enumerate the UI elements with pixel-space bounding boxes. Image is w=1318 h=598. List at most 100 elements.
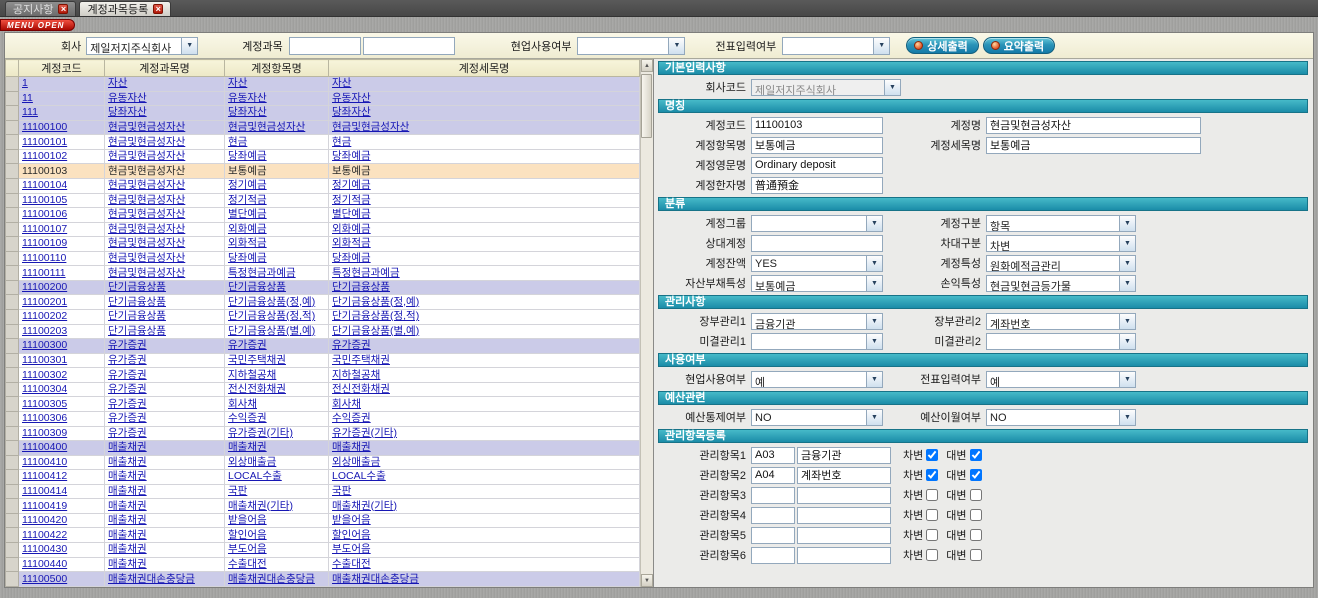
account-name-input[interactable]	[986, 117, 1201, 134]
table-cell-code[interactable]: 11100110	[19, 251, 105, 266]
table-row[interactable]: 11유동자산유동자산유동자산	[6, 91, 640, 106]
table-cell-code[interactable]: 11100106	[19, 208, 105, 223]
row-selector[interactable]	[6, 484, 19, 499]
field-use-form-combo[interactable]: 예 ▼	[751, 371, 883, 388]
table-cell-item[interactable]: 전신전화채권	[225, 382, 329, 397]
table-cell-item[interactable]: 국민주택채권	[225, 353, 329, 368]
table-row[interactable]: 11100203단기금융상품단기금융상품(별,예)단기금융상품(별,예)	[6, 324, 640, 339]
mgmt-item-code-input[interactable]	[751, 447, 795, 464]
table-cell-code[interactable]: 11100422	[19, 528, 105, 543]
table-cell-detail[interactable]: 수익증권	[329, 411, 640, 426]
table-header-code[interactable]: 계정코드	[19, 60, 105, 77]
summary-print-button[interactable]: 요약출력	[983, 37, 1055, 54]
table-cell-subject[interactable]: 매출채권	[105, 528, 225, 543]
table-cell-item[interactable]: 특정현금과예금	[225, 266, 329, 281]
voucher-combo[interactable]: ▼	[782, 37, 890, 55]
chevron-down-icon[interactable]: ▼	[866, 256, 882, 271]
table-cell-subject[interactable]: 현금및현금성자산	[105, 208, 225, 223]
table-row[interactable]: 11100111현금및현금성자산특정현금과예금특정현금과예금	[6, 266, 640, 281]
table-cell-item[interactable]: 당좌예금	[225, 251, 329, 266]
credit-checkbox[interactable]	[970, 489, 982, 501]
chevron-down-icon[interactable]: ▼	[1119, 334, 1135, 349]
table-row[interactable]: 1자산자산자산	[6, 77, 640, 92]
row-selector[interactable]	[6, 324, 19, 339]
row-selector[interactable]	[6, 543, 19, 558]
table-cell-subject[interactable]: 현금및현금성자산	[105, 149, 225, 164]
table-row[interactable]: 11100100현금및현금성자산현금및현금성자산현금및현금성자산	[6, 120, 640, 135]
field-use-combo[interactable]: ▼	[577, 37, 685, 55]
row-selector[interactable]	[6, 310, 19, 325]
mgmt-item-name-input[interactable]	[797, 527, 891, 544]
table-row[interactable]: 11100304유가증권전신전화채권전신전화채권	[6, 382, 640, 397]
row-selector[interactable]	[6, 397, 19, 412]
scroll-down-icon[interactable]: ▼	[641, 574, 653, 587]
row-selector[interactable]	[6, 193, 19, 208]
table-cell-detail[interactable]: 전신전화채권	[329, 382, 640, 397]
table-cell-detail[interactable]: 특정현금과예금	[329, 266, 640, 281]
row-selector[interactable]	[6, 295, 19, 310]
table-cell-subject[interactable]: 매출채권	[105, 499, 225, 514]
table-cell-detail[interactable]: 할인어음	[329, 528, 640, 543]
mgmt-item-code-input[interactable]	[751, 487, 795, 504]
table-cell-item[interactable]: 보통예금	[225, 164, 329, 179]
table-cell-detail[interactable]: 지하철공채	[329, 368, 640, 383]
table-cell-subject[interactable]: 매출채권	[105, 484, 225, 499]
table-cell-code[interactable]: 11100100	[19, 120, 105, 135]
row-selector[interactable]	[6, 353, 19, 368]
table-cell-detail[interactable]: 회사채	[329, 397, 640, 412]
table-cell-subject[interactable]: 유가증권	[105, 426, 225, 441]
table-cell-subject[interactable]: 자산	[105, 77, 225, 92]
account-hanja-input[interactable]	[751, 177, 883, 194]
table-cell-detail[interactable]: 외화적금	[329, 237, 640, 252]
table-row[interactable]: 11100302유가증권지하철공채지하철공채	[6, 368, 640, 383]
table-cell-detail[interactable]: 수출대전	[329, 557, 640, 572]
table-cell-detail[interactable]: 당좌자산	[329, 106, 640, 121]
chevron-down-icon[interactable]: ▼	[668, 38, 684, 54]
table-cell-item[interactable]: 할인어음	[225, 528, 329, 543]
row-selector[interactable]	[6, 411, 19, 426]
table-cell-code[interactable]: 11100201	[19, 295, 105, 310]
table-cell-detail[interactable]: 유가증권(기타)	[329, 426, 640, 441]
row-selector[interactable]	[6, 237, 19, 252]
company-combo[interactable]: 제일저지주식회사 ▼	[86, 37, 198, 55]
table-cell-item[interactable]: 매출채권(기타)	[225, 499, 329, 514]
table-cell-item[interactable]: 당좌자산	[225, 106, 329, 121]
table-cell-subject[interactable]: 현금및현금성자산	[105, 251, 225, 266]
account-code-search-input[interactable]	[289, 37, 361, 55]
account-group-combo[interactable]: ▼	[751, 215, 883, 232]
table-cell-detail[interactable]: 매출채권	[329, 441, 640, 456]
row-selector[interactable]	[6, 280, 19, 295]
table-row[interactable]: 11100305유가증권회사채회사채	[6, 397, 640, 412]
table-row[interactable]: 11100300유가증권유가증권유가증권	[6, 339, 640, 354]
table-cell-item[interactable]: 매출채권	[225, 441, 329, 456]
table-row[interactable]: 11100414매출채권국판국판	[6, 484, 640, 499]
table-cell-item[interactable]: 수익증권	[225, 411, 329, 426]
table-cell-item[interactable]: 지하철공채	[225, 368, 329, 383]
table-cell-item[interactable]: 외상매출금	[225, 455, 329, 470]
table-cell-item[interactable]: 현금및현금성자산	[225, 120, 329, 135]
table-cell-subject[interactable]: 유가증권	[105, 368, 225, 383]
table-cell-item[interactable]: 외화예금	[225, 222, 329, 237]
table-cell-code[interactable]: 11100440	[19, 557, 105, 572]
table-cell-code[interactable]: 11100412	[19, 470, 105, 485]
table-cell-code[interactable]: 11100202	[19, 310, 105, 325]
table-row[interactable]: 11100107현금및현금성자산외화예금외화예금	[6, 222, 640, 237]
table-cell-subject[interactable]: 매출채권대손충당금	[105, 572, 225, 587]
table-cell-subject[interactable]: 유가증권	[105, 353, 225, 368]
table-row[interactable]: 11100422매출채권할인어음할인어음	[6, 528, 640, 543]
table-cell-subject[interactable]: 유동자산	[105, 91, 225, 106]
table-cell-item[interactable]: 현금	[225, 135, 329, 150]
table-row[interactable]: 11100430매출채권부도어음부도어음	[6, 543, 640, 558]
table-cell-item[interactable]: 부도어음	[225, 543, 329, 558]
chevron-down-icon[interactable]: ▼	[866, 216, 882, 231]
table-row[interactable]: 11100400매출채권매출채권매출채권	[6, 441, 640, 456]
table-row[interactable]: 11100106현금및현금성자산별단예금별단예금	[6, 208, 640, 223]
table-row[interactable]: 11100309유가증권유가증권(기타)유가증권(기타)	[6, 426, 640, 441]
table-cell-detail[interactable]: 부도어음	[329, 543, 640, 558]
table-cell-item[interactable]: 자산	[225, 77, 329, 92]
table-cell-detail[interactable]: 외상매출금	[329, 455, 640, 470]
table-cell-subject[interactable]: 매출채권	[105, 543, 225, 558]
table-cell-subject[interactable]: 현금및현금성자산	[105, 135, 225, 150]
row-selector[interactable]	[6, 266, 19, 281]
table-cell-subject[interactable]: 단기금융상품	[105, 280, 225, 295]
